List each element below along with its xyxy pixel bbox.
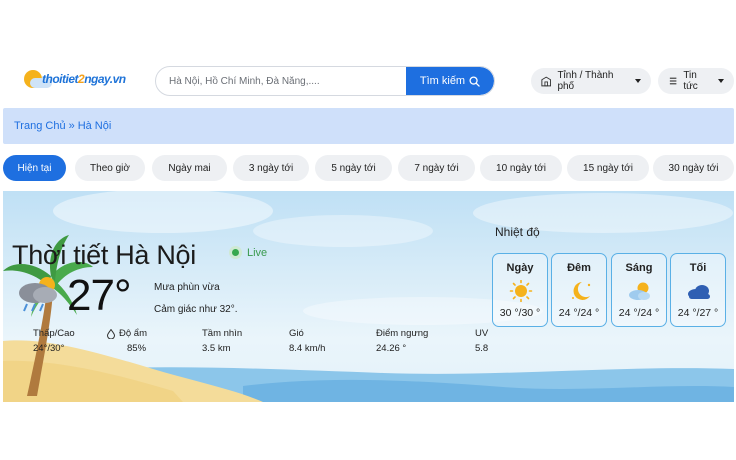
stat-dew-point: Điểm ngưng 24.26 °: [376, 328, 428, 354]
sun-icon: [509, 280, 533, 302]
temp-card-night: Đêm 24 °/24 °: [551, 253, 607, 327]
tab-label: 15 ngày tới: [583, 162, 633, 174]
logo-text: thoitiet2ngay.vn: [42, 72, 126, 86]
card-range: 24 °/24 °: [618, 307, 660, 319]
chevron-down-icon: [635, 79, 641, 83]
temp-card-day: Ngày 30 °/30 °: [492, 253, 548, 327]
stat-value: 3.5 km: [202, 343, 231, 354]
tab-label: 5 ngày tới: [331, 162, 376, 174]
card-range: 30 °/30 °: [499, 307, 541, 319]
news-dropdown[interactable]: Tin tức: [658, 68, 734, 94]
card-name: Tối: [689, 262, 707, 274]
cloud-icon: [688, 285, 710, 299]
tab-ngay-mai[interactable]: Ngày mai: [152, 155, 227, 181]
tab-7-ngay[interactable]: 7 ngày tới: [398, 155, 475, 181]
forecast-tabs: Hiện tại Theo giờ Ngày mai 3 ngày tới 5 …: [3, 155, 736, 181]
stat-value: 5.8: [475, 343, 489, 354]
live-label: Live: [247, 246, 268, 259]
stat-value: 24.26 °: [376, 343, 407, 354]
breadcrumb: Trang Chủ » Hà Nội: [3, 108, 734, 144]
tab-label: Theo giờ: [90, 162, 130, 174]
stat-label: Thấp/Cao: [33, 328, 75, 339]
sun-cloud-icon: [629, 282, 650, 300]
search-icon: [469, 75, 480, 87]
tab-label: 10 ngày tới: [496, 162, 546, 174]
stat-label: Độ ẩm: [119, 328, 147, 339]
stat-value: 24°/30°: [33, 343, 65, 354]
card-name: Ngày: [506, 262, 534, 274]
tab-label: Ngày mai: [168, 162, 211, 174]
weather-description: Mưa phùn vừa: [154, 282, 220, 293]
feels-like: Cảm giác như 32°.: [154, 304, 238, 315]
tab-hien-tai[interactable]: Hiện tại: [3, 155, 66, 181]
current-weather-panel: Thời tiết Hà Nội Live 27° Mưa phùn vừa C…: [3, 191, 734, 402]
province-dropdown[interactable]: Tỉnh / Thành phố: [531, 68, 651, 94]
stat-uv: UV 5.8: [475, 328, 488, 354]
tab-3-ngay[interactable]: 3 ngày tới: [233, 155, 309, 181]
cloud-sun-rain-icon: [19, 277, 57, 312]
news-dropdown-label: Tin tức: [683, 70, 698, 92]
stat-label: Tầm nhìn: [202, 328, 243, 339]
card-name: Sáng: [625, 262, 653, 274]
tab-label: Hiện tại: [17, 162, 52, 174]
tab-label: 3 ngày tới: [248, 162, 294, 174]
page-title: Thời tiết Hà Nội: [12, 240, 196, 270]
tab-5-ngay[interactable]: 5 ngày tới: [315, 155, 392, 181]
card-name: Đêm: [567, 262, 591, 274]
search-button-label: Tìm kiếm: [419, 75, 466, 87]
stat-humidity: Độ ẩm 85%: [107, 328, 147, 354]
stat-value: 8.4 km/h: [289, 343, 326, 354]
tab-theo-gio[interactable]: Theo giờ: [75, 155, 145, 181]
card-range: 24 °/27 °: [677, 307, 719, 319]
news-icon: [669, 77, 677, 85]
tab-label: 7 ngày tới: [414, 162, 459, 174]
temperature-cards: Ngày 30 °/30 ° Đêm 24 °/24 ° Sáng 24 °/2…: [492, 253, 732, 327]
tab-15-ngay[interactable]: 15 ngày tới: [567, 155, 649, 181]
stat-label: Điểm ngưng: [376, 328, 429, 339]
breadcrumb-separator: »: [68, 120, 75, 132]
search-box: Tìm kiếm: [155, 66, 495, 96]
current-temperature: 27°: [67, 271, 132, 320]
temp-card-morning: Sáng 24 °/24 °: [611, 253, 667, 327]
live-dot-icon: [229, 246, 242, 259]
stat-visibility: Tầm nhìn 3.5 km: [202, 328, 242, 354]
breadcrumb-current[interactable]: Hà Nội: [78, 120, 112, 132]
card-range: 24 °/24 °: [558, 307, 600, 319]
moon-stars-icon: [572, 282, 591, 300]
tab-10-ngay[interactable]: 10 ngày tới: [480, 155, 562, 181]
site-logo[interactable]: thoitiet2ngay.vn: [22, 68, 126, 94]
stat-wind: Gió 8.4 km/h: [289, 328, 325, 354]
search-input[interactable]: [156, 67, 408, 95]
weather-stats: Thấp/Cao 24°/30° Độ ẩm 85% Tầm nhìn 3.5 …: [3, 328, 503, 358]
live-indicator: Live: [229, 246, 267, 259]
stat-label: Gió: [289, 328, 304, 339]
temp-card-evening: Tối 24 °/27 °: [670, 253, 726, 327]
site-header: thoitiet2ngay.vn Tìm kiếm Tỉnh / Thành p…: [0, 60, 736, 102]
tab-30-ngay[interactable]: 30 ngày tới: [653, 155, 734, 181]
province-dropdown-label: Tỉnh / Thành phố: [557, 70, 614, 92]
chevron-down-icon: [718, 79, 724, 83]
stat-low-high: Thấp/Cao 24°/30°: [33, 328, 75, 354]
building-icon: [541, 76, 552, 86]
temperature-panel-label: Nhiệt độ: [495, 225, 540, 239]
search-button[interactable]: Tìm kiếm: [406, 67, 494, 95]
stat-value: 85%: [127, 343, 147, 354]
breadcrumb-home-link[interactable]: Trang Chủ: [14, 120, 66, 132]
droplet-icon: [107, 328, 115, 339]
stat-label: UV: [475, 328, 489, 339]
tab-label: 30 ngày tới: [668, 162, 719, 174]
